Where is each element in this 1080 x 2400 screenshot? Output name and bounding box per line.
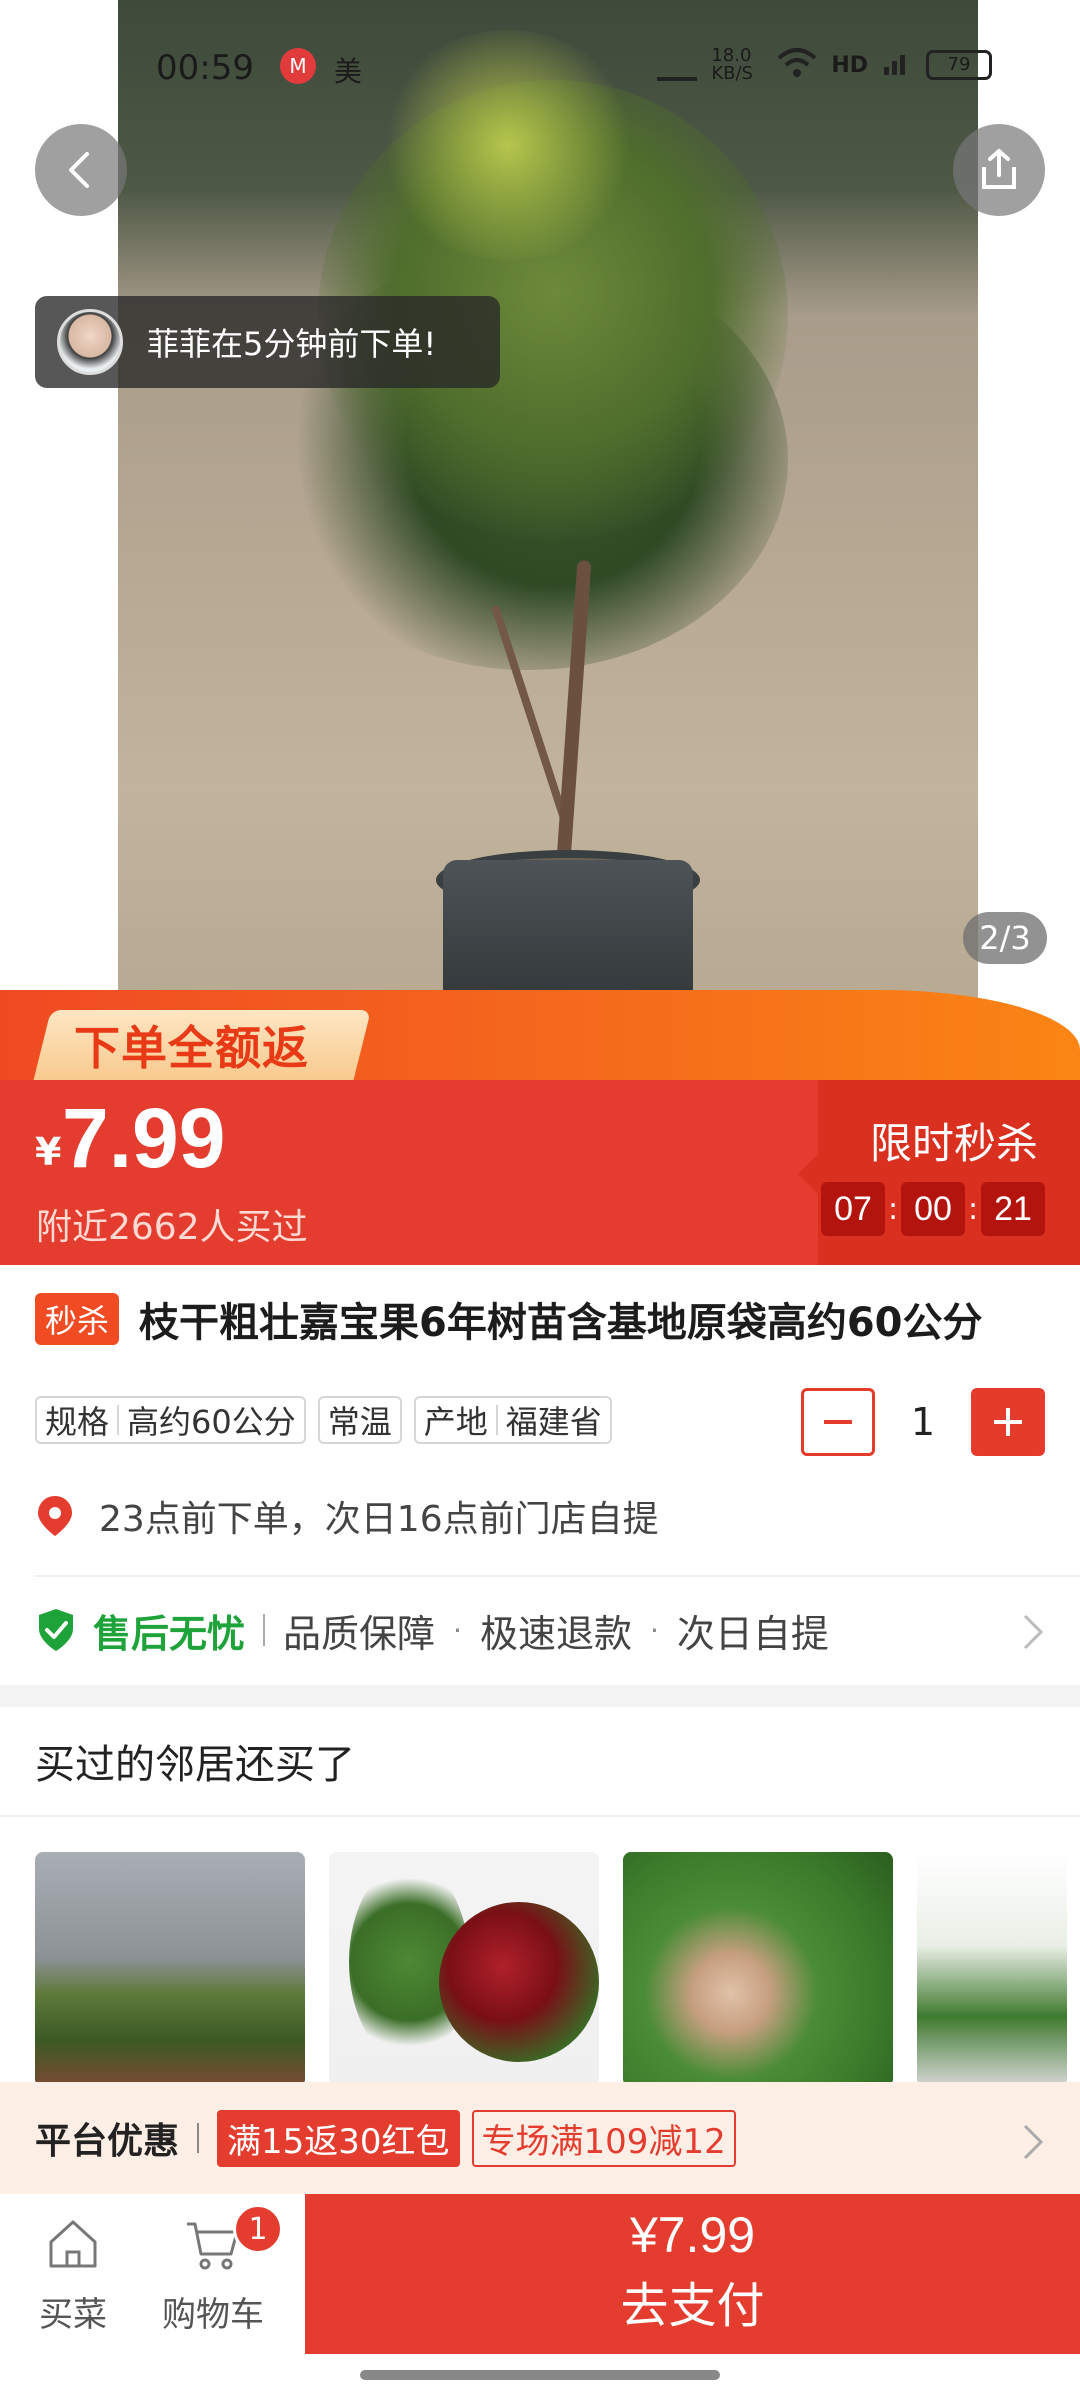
pay-label: 去支付 (620, 2278, 765, 2334)
flash-sale-panel: 限时秒杀 07 : 00 : 21 (818, 1080, 1080, 1265)
countdown-seconds: 21 (981, 1182, 1045, 1236)
platform-discount-title: 平台优惠 (35, 2121, 180, 2162)
after-sales-row[interactable]: 售后无忧 品质保障 · 极速退款 · 次日自提 (35, 1598, 1045, 1662)
cart-count-badge: 1 (233, 2204, 283, 2254)
coupon-discount: 专场满109减12 (471, 2109, 736, 2167)
service-item: 极速退款 (479, 1611, 632, 1656)
service-item: 品质保障 (283, 1611, 436, 1656)
spec-chip-size[interactable]: 规格 高约60公分 (35, 1396, 306, 1444)
hd-icon: HD (831, 52, 868, 78)
countdown-hours: 07 (821, 1182, 885, 1236)
spec-chips: 规格 高约60公分 常温 产地 福建省 (35, 1396, 612, 1444)
home-icon (49, 2220, 97, 2268)
product-title-row: 秒杀 枝干粗壮嘉宝果6年树苗含基地原袋高约60公分 (35, 1290, 1055, 1348)
tab-cart[interactable]: 1 购物车 (153, 2204, 283, 2336)
nfc-icon (657, 49, 698, 81)
product-title: 枝干粗壮嘉宝果6年树苗含基地原袋高约60公分 (139, 1300, 983, 1346)
wifi-icon (777, 46, 817, 84)
service-item: 次日自提 (676, 1611, 829, 1656)
increase-button[interactable] (971, 1388, 1045, 1456)
recommend-item[interactable] (329, 1852, 599, 2087)
product-image-carousel[interactable]: 00:59 M 美 18.0 KB/S HD 79 菲菲在5分钟前下单! 2/3 (0, 0, 1080, 1080)
countdown-minutes: 00 (901, 1182, 965, 1236)
share-button[interactable] (953, 124, 1045, 216)
price-value: 7.99 (62, 1091, 226, 1185)
pickup-text: 23点前下单，次日16点前门店自提 (99, 1499, 659, 1540)
platform-discount-bar[interactable]: 平台优惠 满15返30红包 专场满109减12 (0, 2082, 1080, 2194)
home-indicator[interactable] (360, 2370, 720, 2380)
status-time: 00:59 (156, 48, 254, 88)
product-photo (118, 0, 978, 1050)
shield-check-icon (39, 1609, 73, 1651)
quantity-value[interactable]: 1 (875, 1400, 971, 1444)
chevron-right-icon (1023, 1614, 1044, 1650)
app-notification-icon: M (280, 48, 316, 84)
price-bar: ¥ 7.99 附近2662人买过 限时秒杀 07 : 00 : 21 (0, 1080, 1080, 1265)
chevron-right-icon (1023, 2124, 1044, 2160)
status-bar: 00:59 M 美 18.0 KB/S HD 79 (0, 40, 1080, 100)
bottom-action-bar: 买菜 1 购物车 ¥7.99 去支付 (0, 2194, 1080, 2354)
tab-grocery[interactable]: 买菜 (13, 2216, 133, 2336)
image-page-indicator: 2/3 (963, 912, 1047, 964)
spec-value: 高约60公分 (127, 1403, 296, 1441)
tab-label: 买菜 (39, 2295, 107, 2335)
battery-icon: 79 (926, 50, 992, 80)
share-icon (982, 149, 1016, 189)
plus-icon (994, 1408, 1022, 1436)
quantity-stepper: 1 (801, 1388, 1045, 1456)
recommend-item[interactable] (623, 1852, 893, 2087)
spec-chip-storage[interactable]: 常温 (317, 1396, 402, 1444)
chevron-left-icon (69, 152, 89, 188)
spec-label: 规格 (45, 1403, 110, 1441)
sold-count: 附近2662人买过 (36, 1207, 308, 1248)
spec-label: 产地 (423, 1403, 488, 1441)
flash-sale-title: 限时秒杀 (869, 1119, 1038, 1168)
coupon-red-packet: 满15返30红包 (217, 2109, 460, 2167)
toast-text: 菲菲在5分钟前下单! (147, 325, 437, 363)
recommend-list (35, 1852, 1067, 2087)
network-speed: 18.0 KB/S (711, 45, 753, 84)
spec-chip-origin[interactable]: 产地 福建省 (413, 1396, 612, 1444)
promo-tag: 下单全额返 (74, 1021, 309, 1075)
signal-icon (882, 47, 912, 83)
spec-label: 常温 (327, 1403, 392, 1441)
recommend-item[interactable] (35, 1852, 305, 2087)
price-currency: ¥ (35, 1130, 62, 1174)
location-pin-icon (38, 1496, 72, 1536)
flash-sale-badge: 秒杀 (35, 1293, 120, 1345)
pickup-info: 23点前下单，次日16点前门店自提 (35, 1490, 659, 1542)
back-button[interactable] (35, 124, 127, 216)
avatar (57, 309, 123, 375)
pay-button[interactable]: ¥7.99 去支付 (305, 2194, 1080, 2354)
recent-order-toast: 菲菲在5分钟前下单! (35, 296, 500, 388)
recommend-item[interactable] (917, 1852, 1067, 2087)
tab-label: 购物车 (162, 2295, 264, 2335)
app-notification-icon-2: 美 (334, 55, 363, 88)
spec-value: 福建省 (505, 1403, 602, 1441)
pay-price: ¥7.99 (629, 2207, 756, 2263)
recommend-section-title: 买过的邻居还买了 (35, 1742, 355, 1788)
countdown: 07 : 00 : 21 (821, 1182, 1045, 1236)
minus-icon (824, 1420, 852, 1424)
decrease-button[interactable] (801, 1388, 875, 1456)
after-sales-title: 售后无忧 (93, 1611, 246, 1656)
